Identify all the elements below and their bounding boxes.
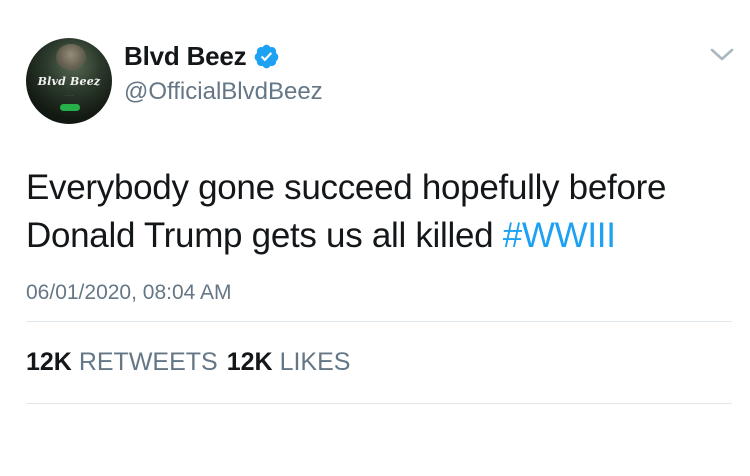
avatar-photo bbox=[56, 44, 86, 70]
tweet-text: Everybody gone succeed hopefully before … bbox=[26, 164, 726, 260]
tweet-stats: 12K RETWEETS 12K LIKES bbox=[26, 348, 350, 377]
divider bbox=[26, 321, 732, 322]
avatar-badge bbox=[60, 104, 80, 111]
avatar[interactable]: Blvd Beez · · · bbox=[26, 38, 112, 124]
chevron-down-icon[interactable] bbox=[706, 44, 738, 66]
likes-count: 12K bbox=[226, 348, 273, 376]
hashtag-link[interactable]: #WWIII bbox=[503, 216, 616, 255]
tweet-timestamp[interactable]: 06/01/2020, 08:04 AM bbox=[26, 281, 232, 305]
avatar-brand-text: Blvd Beez bbox=[37, 75, 101, 88]
divider bbox=[26, 403, 732, 404]
retweets-label: RETWEETS bbox=[78, 348, 218, 376]
tweet-card: Blvd Beez · · · Blvd Beez @OfficialBlvdB… bbox=[0, 0, 750, 476]
likes-label: LIKES bbox=[279, 348, 351, 376]
verified-badge-icon bbox=[255, 44, 279, 68]
author-handle[interactable]: @OfficialBlvdBeez bbox=[124, 78, 323, 106]
author-name-row: Blvd Beez bbox=[124, 39, 280, 73]
retweets-stat[interactable]: 12K RETWEETS bbox=[26, 348, 218, 376]
display-name[interactable]: Blvd Beez bbox=[124, 41, 247, 72]
avatar-caption: · · · bbox=[65, 93, 73, 99]
likes-stat[interactable]: 12K LIKES bbox=[227, 348, 351, 376]
retweets-count: 12K bbox=[26, 348, 72, 376]
